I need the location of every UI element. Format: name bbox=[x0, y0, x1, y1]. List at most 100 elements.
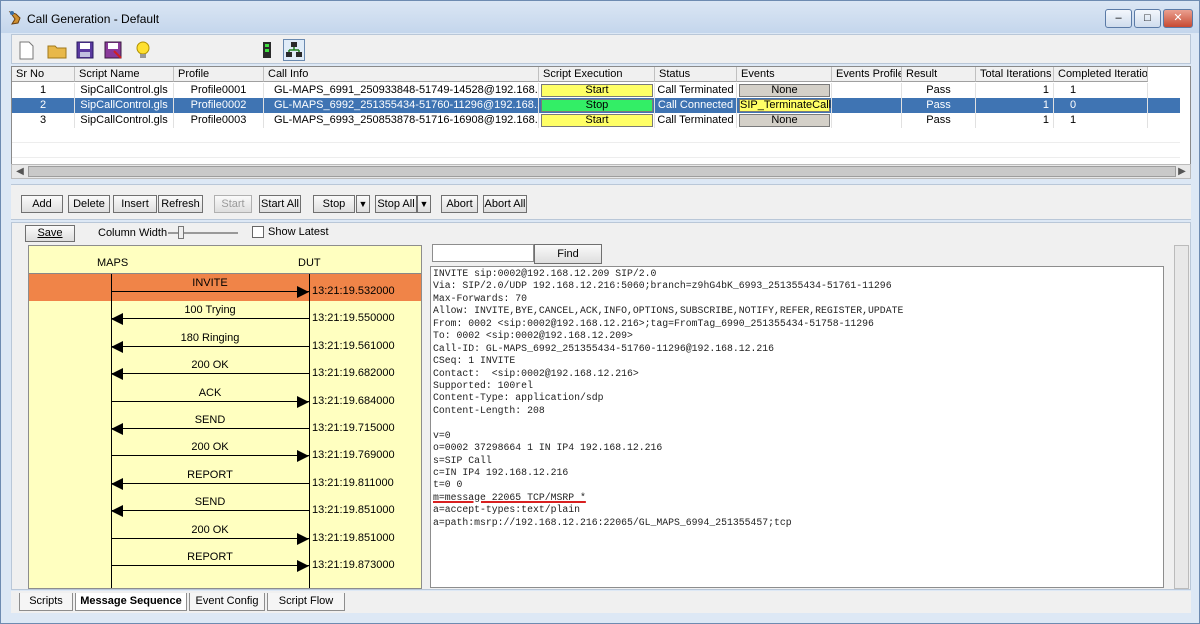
message-label: SEND bbox=[194, 496, 226, 509]
column-header[interactable]: Completed Iterations bbox=[1054, 67, 1148, 82]
events-button[interactable]: None bbox=[739, 84, 830, 97]
table-cell: 3 bbox=[12, 113, 75, 128]
sequence-message[interactable]: SEND 13:21:19.715000 bbox=[29, 411, 421, 438]
search-input[interactable] bbox=[432, 244, 534, 262]
message-timestamp: 13:21:19.769000 bbox=[312, 449, 395, 462]
scroll-right-icon[interactable]: ▶ bbox=[1175, 165, 1189, 178]
table-row[interactable]: 3 SipCallControl.gls Profile0003 GL-MAPS_69… bbox=[12, 113, 1180, 128]
script-execution-button[interactable]: Start bbox=[541, 114, 653, 127]
message-text-line: c=IN IP4 192.168.12.216 bbox=[433, 467, 569, 478]
sequence-message[interactable]: INVITE 13:21:19.532000 bbox=[29, 274, 421, 301]
show-latest-checkbox[interactable] bbox=[252, 226, 264, 238]
message-text-line: Call-ID: GL-MAPS_6992_251355434-51760-11… bbox=[433, 342, 774, 354]
find-button[interactable]: Find bbox=[534, 244, 602, 264]
column-header[interactable]: Events bbox=[737, 67, 832, 82]
vertical-scrollbar[interactable] bbox=[1174, 245, 1189, 589]
stop-all-button[interactable]: Stop All bbox=[375, 195, 417, 213]
maximize-button[interactable]: □ bbox=[1134, 9, 1161, 28]
insert-button[interactable]: Insert bbox=[113, 195, 157, 213]
sequence-message[interactable]: REPORT 13:21:19.873000 bbox=[29, 548, 421, 575]
scroll-left-icon[interactable]: ◀ bbox=[13, 165, 27, 178]
column-header[interactable]: Script Name bbox=[75, 67, 174, 82]
script-execution-button[interactable]: Start bbox=[541, 84, 653, 97]
message-timestamp: 13:21:19.873000 bbox=[312, 559, 395, 571]
sequence-message[interactable]: 200 OK 13:21:19.851000 bbox=[29, 521, 421, 548]
refresh-button[interactable]: Refresh bbox=[158, 195, 203, 213]
column-header[interactable]: Events Profile bbox=[832, 67, 902, 82]
tab-scripts[interactable]: Scripts bbox=[19, 593, 73, 611]
message-label: 100 Trying bbox=[184, 304, 236, 317]
message-text-view[interactable]: INVITE sip:0002@192.168.12.209 SIP/2.0 Vi… bbox=[430, 266, 1164, 588]
table-cell: Pass bbox=[902, 113, 976, 128]
message-timestamp: 13:21:19.851000 bbox=[312, 531, 395, 544]
table-row[interactable]: 1 SipCallControl.gls Profile0001 GL-MAPS_69… bbox=[12, 83, 1180, 98]
stop-dropdown-icon[interactable]: ▼ bbox=[356, 195, 370, 213]
stop-all-dropdown-icon[interactable]: ▼ bbox=[417, 195, 431, 213]
message-text-line: a=path:msrp://192.168.12.216:22065/GL_MA… bbox=[433, 516, 792, 528]
header-divider bbox=[29, 273, 421, 274]
sequence-message[interactable]: SEND 13:21:19.851000 bbox=[29, 493, 421, 520]
column-header[interactable]: Call Info bbox=[264, 67, 539, 82]
message-text-line: From: 0002 <sip:0002@192.168.12.216>;tag… bbox=[433, 317, 874, 329]
message-text-line: CSeq: 1 INVITE bbox=[433, 355, 516, 367]
right-lifeline bbox=[309, 274, 310, 588]
new-file-icon[interactable] bbox=[15, 39, 37, 61]
column-header[interactable]: Total Iterations bbox=[976, 67, 1054, 82]
column-header[interactable]: Status bbox=[655, 67, 737, 82]
scripts-grid: Sr No Script Name Profile Call Info Script E… bbox=[11, 66, 1191, 178]
save-button[interactable]: Save bbox=[25, 225, 75, 242]
save-as-icon[interactable] bbox=[102, 39, 124, 61]
table-row[interactable]: 2 SipCallControl.gls Profile0002 GL-MAPS_69… bbox=[12, 98, 1180, 113]
tab-message-sequence[interactable]: Message Sequence bbox=[75, 593, 187, 611]
column-header[interactable]: Sr No bbox=[12, 67, 75, 82]
help-bulb-icon[interactable] bbox=[132, 39, 154, 61]
table-cell: 1 bbox=[1054, 113, 1148, 128]
table-cell: Start bbox=[539, 83, 655, 98]
minimize-button[interactable]: – bbox=[1105, 9, 1132, 28]
close-button[interactable]: ✕ bbox=[1163, 9, 1193, 28]
delete-button[interactable]: Delete bbox=[68, 195, 110, 213]
sequence-message[interactable]: ACK 13:21:19.684000 bbox=[29, 384, 421, 411]
message-line bbox=[111, 428, 309, 429]
add-button[interactable]: Add bbox=[21, 195, 63, 213]
abort-all-button[interactable]: Abort All bbox=[483, 195, 527, 213]
tab-script-flow[interactable]: Script Flow bbox=[267, 593, 345, 611]
table-cell: SipCallControl.gls bbox=[75, 98, 174, 113]
save-icon[interactable] bbox=[74, 39, 96, 61]
column-header[interactable]: Script Execution bbox=[539, 67, 655, 82]
script-execution-button[interactable]: Stop bbox=[541, 99, 653, 112]
sequence-message[interactable]: 200 OK 13:21:19.682000 bbox=[29, 356, 421, 383]
table-cell: Start bbox=[539, 113, 655, 128]
message-label: SEND bbox=[194, 414, 226, 426]
slider-knob[interactable] bbox=[178, 226, 184, 239]
connect-icon[interactable] bbox=[256, 39, 278, 61]
arrow-right-icon bbox=[297, 395, 309, 408]
tab-event-config[interactable]: Event Config bbox=[189, 593, 265, 611]
events-button[interactable]: None bbox=[739, 114, 830, 127]
scrollbar-thumb[interactable] bbox=[28, 166, 1176, 177]
table-cell: Profile0001 bbox=[174, 83, 264, 98]
open-folder-icon[interactable] bbox=[46, 39, 68, 61]
table-cell: 0 bbox=[1054, 98, 1148, 113]
message-text-line: Content-Type: application/sdp bbox=[433, 392, 604, 404]
abort-button[interactable]: Abort bbox=[441, 195, 478, 213]
table-cell: GL-MAPS_6993_250853878-51716-16908@192.1… bbox=[264, 113, 539, 128]
horizontal-scrollbar[interactable]: ◀ ▶ bbox=[11, 164, 1191, 179]
column-header[interactable]: Result bbox=[902, 67, 976, 82]
message-timestamp: 13:21:19.682000 bbox=[312, 367, 395, 380]
arrow-left-icon bbox=[111, 368, 123, 381]
start-button[interactable]: Start bbox=[214, 195, 252, 213]
column-header[interactable]: Profile bbox=[174, 67, 264, 82]
sequence-message[interactable]: 200 OK 13:21:19.769000 bbox=[29, 438, 421, 465]
minimize-icon: – bbox=[1115, 12, 1122, 24]
events-button[interactable]: SIP_TerminateCall bbox=[739, 99, 831, 112]
sequence-message[interactable]: 100 Trying 13:21:19.550000 bbox=[29, 301, 421, 328]
sequence-message[interactable]: REPORT 13:21:19.811000 bbox=[29, 466, 421, 493]
start-all-button[interactable]: Start All bbox=[259, 195, 301, 213]
network-icon[interactable] bbox=[283, 39, 305, 61]
message-line bbox=[111, 510, 309, 512]
message-line bbox=[111, 373, 309, 375]
table-cell: 1 bbox=[12, 83, 75, 98]
stop-button[interactable]: Stop bbox=[313, 195, 355, 213]
sequence-message[interactable]: 180 Ringing 13:21:19.561000 bbox=[29, 329, 421, 356]
